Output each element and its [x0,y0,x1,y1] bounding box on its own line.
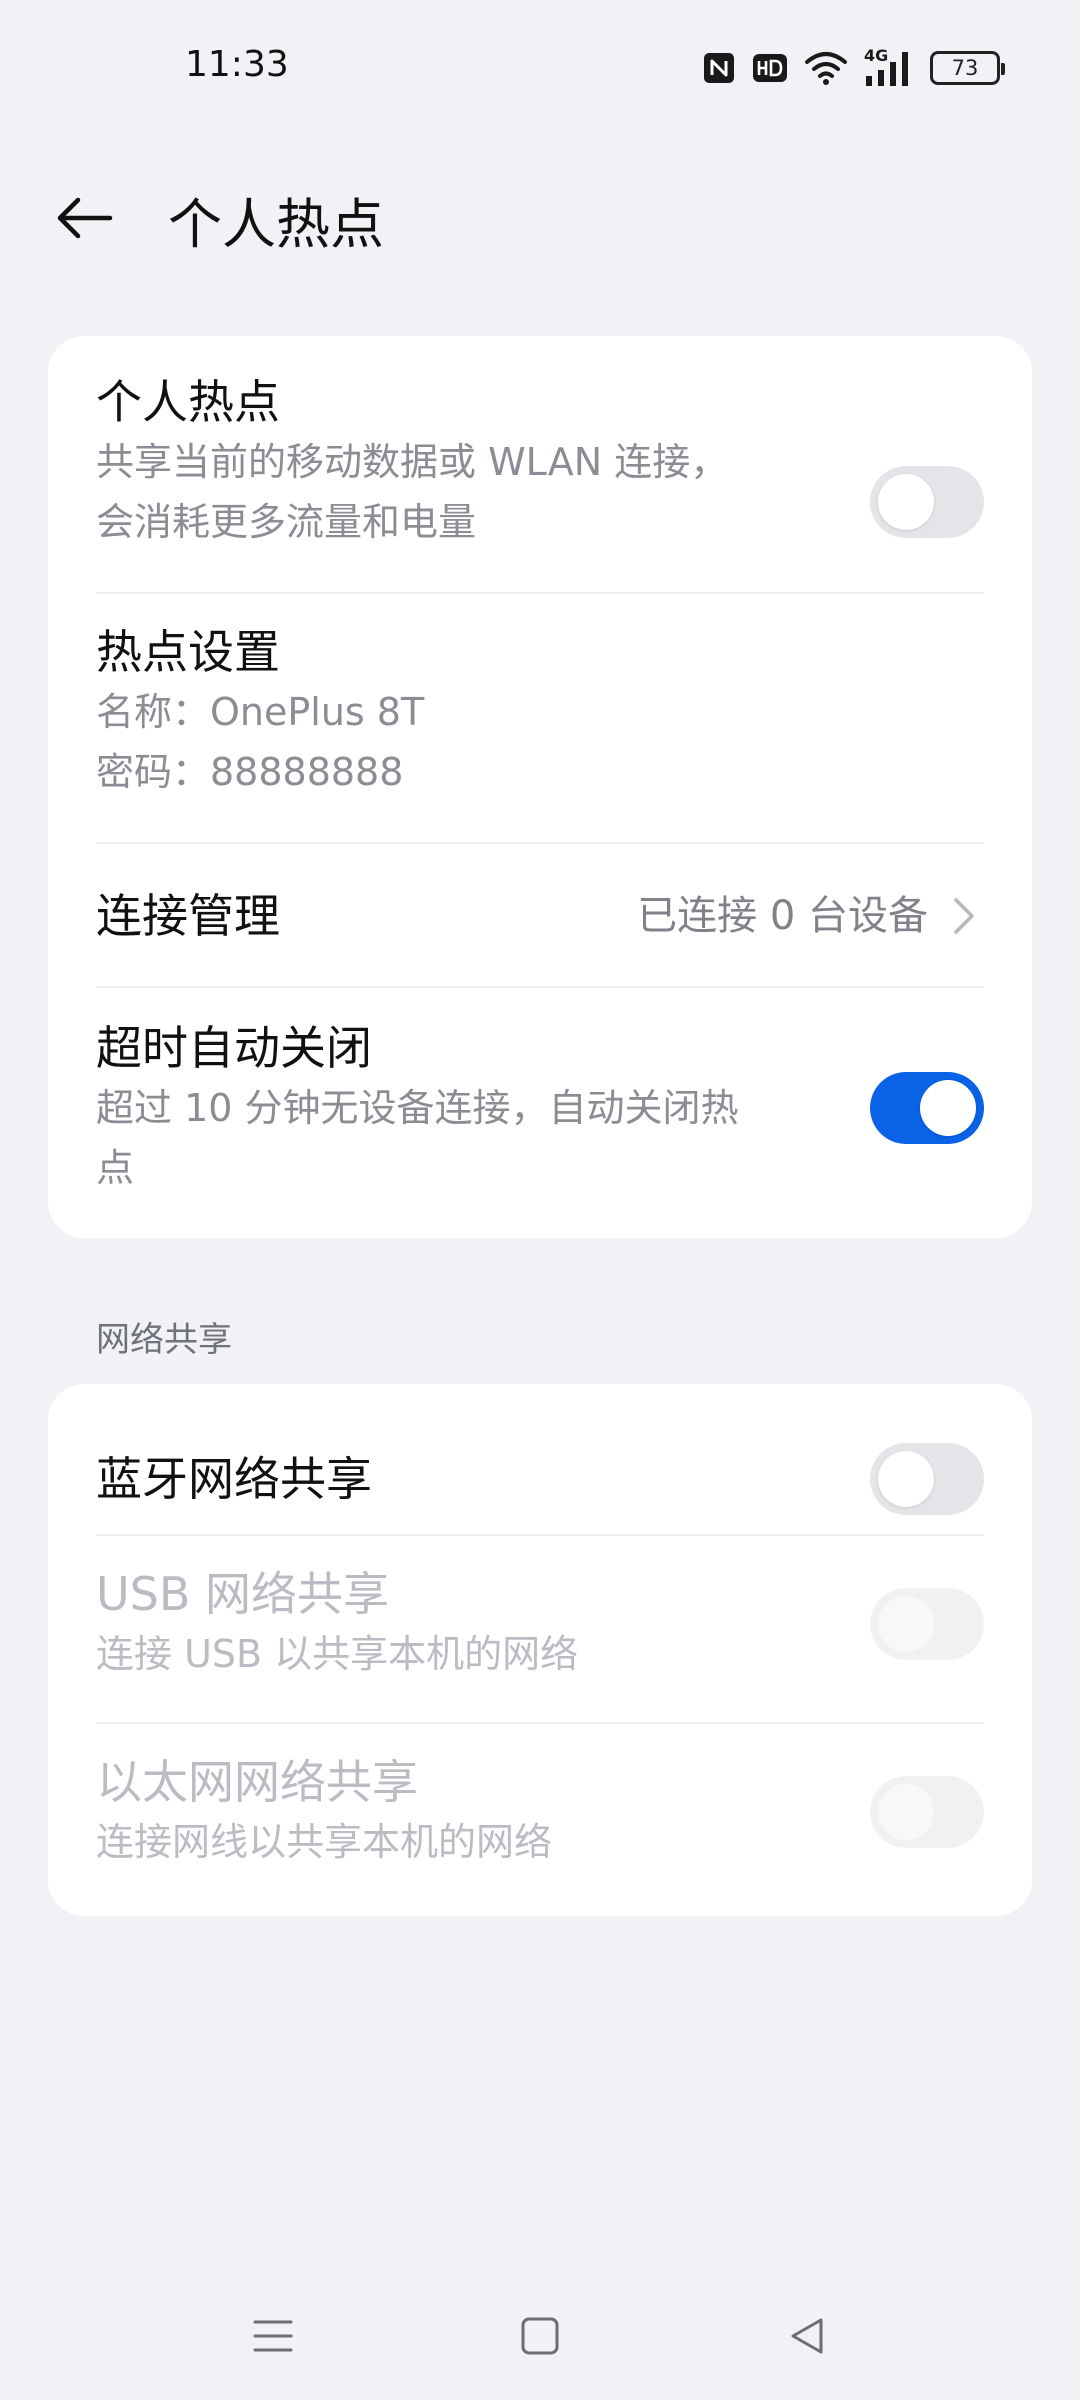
network-sharing-card: 蓝牙网络共享 USB 网络共享 连接 USB 以共享本机的网络 以太网网络共享 … [48,1384,1032,1916]
back-nav-button[interactable] [775,2304,839,2368]
usb-sharing-subtitle: 连接 USB 以共享本机的网络 [96,1632,579,1676]
home-button[interactable] [508,2304,572,2368]
battery-level: 73 [951,56,979,80]
status-icons: 4G 73 [702,44,1005,92]
header: 个人热点 [0,160,1080,270]
auto-off-subtitle-line2: 点 [96,1146,135,1190]
hotspot-password: 密码：88888888 [96,750,404,794]
hotspot-row[interactable]: 个人热点 共享当前的移动数据或 WLAN 连接， 会消耗更多流量和电量 [96,372,984,550]
bluetooth-sharing-title: 蓝牙网络共享 [96,1452,372,1506]
hd-icon [752,53,788,83]
ethernet-sharing-row: 以太网网络共享 连接网线以共享本机的网络 [96,1752,984,1872]
hotspot-subtitle-line1: 共享当前的移动数据或 WLAN 连接， [96,440,729,484]
usb-sharing-toggle [870,1588,984,1660]
hotspot-name: 名称：OnePlus 8T [96,690,425,734]
battery-icon: 73 [930,51,1005,85]
hotspot-toggle[interactable] [870,466,984,538]
divider [96,842,984,844]
divider [96,1534,984,1536]
ethernet-sharing-title: 以太网网络共享 [96,1755,418,1809]
nfc-icon [702,51,736,85]
toggle-knob [878,1784,934,1840]
back-triangle-icon [791,2318,823,2354]
toggle-knob [878,1451,934,1507]
ethernet-sharing-toggle [870,1776,984,1848]
toggle-knob [920,1080,976,1136]
usb-sharing-title: USB 网络共享 [96,1567,390,1621]
home-icon [521,2317,559,2355]
recent-apps-button[interactable] [241,2304,305,2368]
divider [96,1722,984,1724]
back-button[interactable] [48,182,120,254]
status-bar: 11:33 4G 73 [0,0,1080,136]
menu-icon [253,2320,293,2352]
bluetooth-sharing-row[interactable]: 蓝牙网络共享 [96,1434,984,1524]
network-sharing-section-label: 网络共享 [96,1320,232,1360]
hotspot-settings-title: 热点设置 [96,625,280,679]
chevron-right-icon [944,892,984,940]
usb-sharing-row: USB 网络共享 连接 USB 以共享本机的网络 [96,1564,984,1684]
connection-management-row[interactable]: 连接管理 已连接 0 台设备 [96,886,984,946]
hotspot-subtitle-line2: 会消耗更多流量和电量 [96,500,477,544]
ethernet-sharing-subtitle: 连接网线以共享本机的网络 [96,1820,553,1864]
auto-off-title: 超时自动关闭 [96,1021,372,1075]
hotspot-title: 个人热点 [96,375,280,429]
back-arrow-icon [57,197,113,239]
auto-off-toggle[interactable] [870,1072,984,1144]
page-title: 个人热点 [168,193,384,256]
auto-off-subtitle-line1: 超过 10 分钟无设备连接，自动关闭热 [96,1086,739,1130]
toggle-knob [878,474,934,530]
status-time: 11:33 [185,44,289,85]
hotspot-settings-row[interactable]: 热点设置 名称：OnePlus 8T 密码：88888888 [96,622,984,802]
connected-devices-value: 已连接 0 台设备 [637,893,928,939]
divider [96,986,984,988]
navigation-bar [0,2290,1080,2380]
divider [96,592,984,594]
wifi-icon [804,50,848,86]
bluetooth-sharing-toggle[interactable] [870,1443,984,1515]
4g-signal-icon: 4G [864,46,914,88]
auto-off-row[interactable]: 超时自动关闭 超过 10 分钟无设备连接，自动关闭热 点 [96,1018,984,1198]
hotspot-card: 个人热点 共享当前的移动数据或 WLAN 连接， 会消耗更多流量和电量 热点设置… [48,336,1032,1238]
toggle-knob [878,1596,934,1652]
